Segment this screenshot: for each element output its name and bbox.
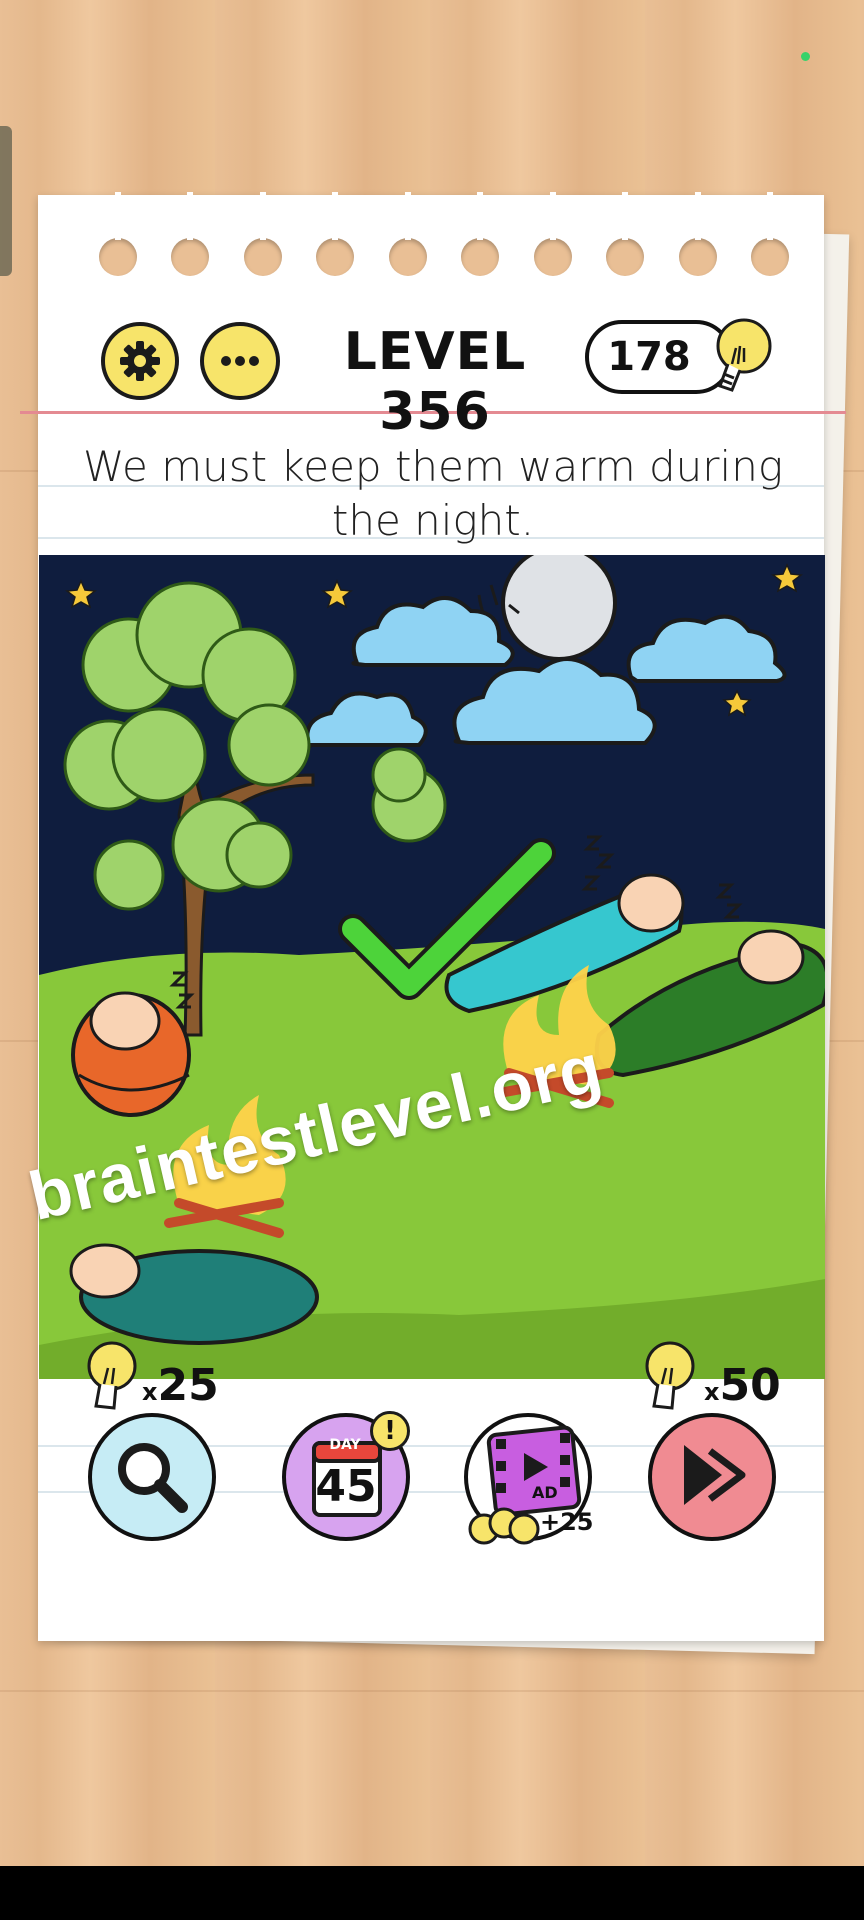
puzzle-scene xyxy=(39,555,825,1379)
magnifier-icon xyxy=(118,1443,188,1513)
lightbulb-icon xyxy=(716,318,772,392)
binding-hole xyxy=(679,192,717,276)
binding-hole xyxy=(171,192,209,276)
daily-alert-badge: ! xyxy=(370,1411,410,1451)
ellipsis-icon xyxy=(221,356,259,366)
binding-hole xyxy=(534,192,572,276)
ad-reward-amount: +25 xyxy=(540,1508,594,1536)
moon xyxy=(501,555,617,661)
hint-count: 178 xyxy=(607,334,691,380)
binding-hole xyxy=(751,192,789,276)
status-indicator-dot xyxy=(801,52,810,61)
daily-challenge-button[interactable]: DAY 45 ! xyxy=(282,1411,410,1541)
more-options-button[interactable] xyxy=(200,322,280,400)
hint-button[interactable] xyxy=(88,1413,216,1541)
question-text: We must keep them warm during the night. xyxy=(82,442,784,545)
binding-hole xyxy=(389,192,427,276)
gear-icon xyxy=(120,341,160,381)
binding-hole xyxy=(244,192,282,276)
calendar-day-number: 45 xyxy=(315,1461,377,1512)
calendar-day-word: DAY xyxy=(329,1437,361,1453)
binding-hole xyxy=(606,192,644,276)
lightbulb-icon xyxy=(87,1341,137,1410)
ad-badge: AD xyxy=(532,1483,558,1502)
level-title: LEVEL 356 xyxy=(343,322,527,442)
hint-cost: x25 xyxy=(142,1360,219,1411)
binding-hole xyxy=(316,192,354,276)
side-edge-handle[interactable] xyxy=(0,126,12,276)
sleeping-kid-orange xyxy=(71,991,191,1117)
lightbulb-icon xyxy=(645,1341,695,1410)
bulb-reward-icon xyxy=(468,1507,540,1545)
binding-hole xyxy=(461,192,499,276)
skip-icon xyxy=(684,1445,746,1505)
settings-button[interactable] xyxy=(101,322,179,400)
binding-hole xyxy=(99,192,137,276)
wood-plank-line xyxy=(0,1690,864,1692)
skip-level-button[interactable] xyxy=(648,1413,776,1541)
skip-cost: x50 xyxy=(704,1360,781,1411)
system-navigation-bar xyxy=(0,1866,864,1920)
